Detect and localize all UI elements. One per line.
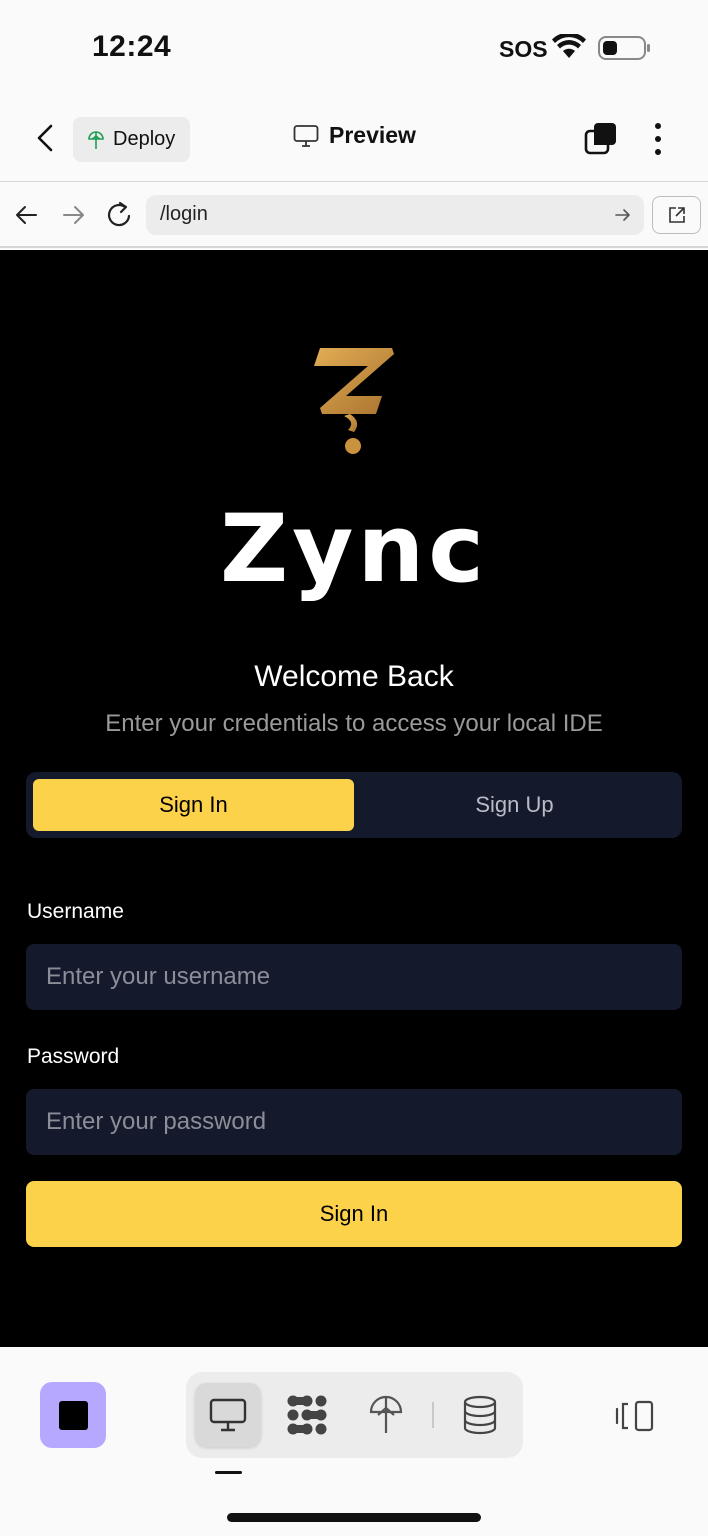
- monitor-icon: [209, 1398, 247, 1432]
- back-chevron-icon[interactable]: [30, 122, 62, 154]
- go-arrow-icon[interactable]: [614, 205, 632, 225]
- panel-toggle-icon[interactable]: [614, 1399, 656, 1433]
- home-indicator: [227, 1513, 481, 1522]
- tab-sign-up[interactable]: Sign Up: [354, 779, 675, 831]
- login-page: Zync Welcome Back Enter your credentials…: [0, 250, 708, 1347]
- more-vertical-icon[interactable]: [648, 122, 668, 156]
- status-time: 12:24: [92, 30, 172, 63]
- database-icon: [463, 1395, 497, 1435]
- username-label: Username: [27, 900, 124, 923]
- username-input[interactable]: [26, 944, 682, 1010]
- wifi-icon: [552, 34, 586, 58]
- back-arrow-icon[interactable]: [14, 201, 40, 229]
- deploy-view-button[interactable]: [353, 1383, 419, 1447]
- open-external-button[interactable]: [652, 196, 701, 234]
- bottom-toolbar: [0, 1347, 708, 1536]
- dots-grid-icon: [287, 1395, 327, 1435]
- deploy-button[interactable]: Deploy: [73, 117, 190, 162]
- battery-icon: [598, 36, 650, 60]
- preview-label: Preview: [329, 122, 416, 148]
- stop-button[interactable]: [40, 1382, 106, 1448]
- deploy-icon: [88, 130, 104, 149]
- toolbar-divider: [432, 1402, 434, 1428]
- monitor-icon: [293, 124, 319, 147]
- forward-arrow-icon[interactable]: [60, 201, 86, 229]
- preview-view-button[interactable]: [195, 1383, 261, 1447]
- tabs-switcher-icon[interactable]: [583, 120, 619, 156]
- app-header: Deploy Preview: [0, 96, 708, 182]
- welcome-heading: Welcome Back: [254, 660, 454, 693]
- external-link-icon: [668, 207, 685, 223]
- sign-in-button[interactable]: Sign In: [26, 1181, 682, 1247]
- active-view-indicator: [215, 1471, 242, 1474]
- tab-sign-in[interactable]: Sign In: [33, 779, 354, 831]
- status-sos: SOS: [499, 36, 548, 62]
- zync-logo-icon: [314, 348, 394, 454]
- apps-view-button[interactable]: [274, 1383, 340, 1447]
- welcome-subtitle: Enter your credentials to access your lo…: [105, 710, 603, 737]
- stop-icon: [58, 1400, 88, 1430]
- preview-title[interactable]: Preview: [293, 122, 416, 149]
- browser-toolbar: /login: [0, 183, 708, 248]
- password-input[interactable]: [26, 1089, 682, 1155]
- auth-mode-tabs: Sign In Sign Up: [26, 772, 682, 838]
- password-label: Password: [27, 1045, 120, 1068]
- deploy-icon: [369, 1395, 403, 1433]
- deploy-label: Deploy: [113, 128, 176, 150]
- status-bar: 12:24 SOS: [0, 0, 708, 96]
- database-view-button[interactable]: [447, 1383, 513, 1447]
- url-field[interactable]: /login: [146, 195, 644, 235]
- brand-name: Zync: [219, 495, 489, 604]
- view-switcher: [186, 1372, 523, 1458]
- url-text: /login: [160, 203, 208, 225]
- reload-icon[interactable]: [106, 200, 134, 230]
